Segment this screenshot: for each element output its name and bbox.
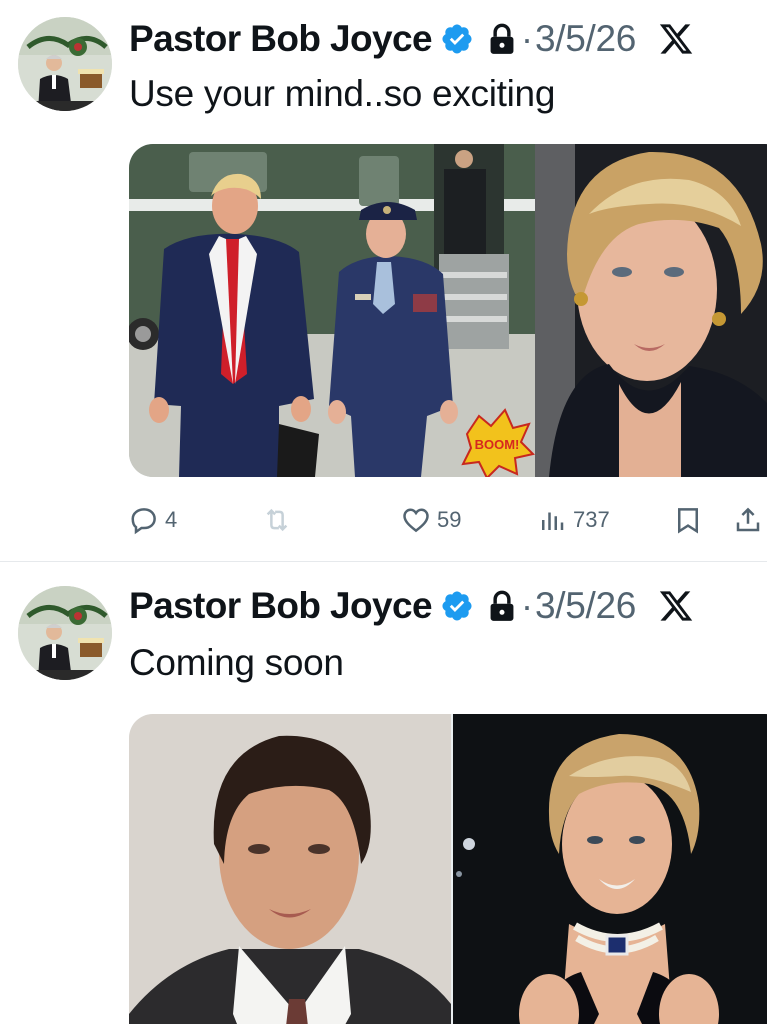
avatar-image xyxy=(18,586,112,680)
bookmark-icon xyxy=(678,508,698,534)
avatar-image xyxy=(18,17,112,111)
retweet-button[interactable] xyxy=(262,500,298,540)
separator-dot: · xyxy=(520,585,533,626)
tweet-header: Pastor Bob Joyce · 3/5/26 xyxy=(129,581,694,631)
tweet-date[interactable]: 3/5/26 xyxy=(535,585,636,627)
author-name[interactable]: Pastor Bob Joyce xyxy=(129,18,433,60)
like-button[interactable]: 59 xyxy=(401,500,461,540)
lock-icon xyxy=(490,23,514,54)
heart-icon xyxy=(403,508,429,533)
reply-count: 4 xyxy=(165,507,178,532)
tweet-media[interactable] xyxy=(129,714,767,1024)
reply-button[interactable]: 4 xyxy=(129,500,177,540)
verified-badge-icon[interactable] xyxy=(440,589,474,623)
action-bar: 4 59 737 xyxy=(129,500,767,540)
author-name[interactable]: Pastor Bob Joyce xyxy=(129,585,433,627)
lock-icon xyxy=(490,590,514,621)
media-photo-collage xyxy=(129,714,767,1024)
reply-icon xyxy=(131,508,156,535)
share-icon xyxy=(736,507,760,532)
avatar[interactable] xyxy=(18,586,112,680)
bookmark-button[interactable] xyxy=(673,500,703,540)
verified-badge-icon[interactable] xyxy=(440,22,474,56)
share-button[interactable] xyxy=(733,500,763,540)
tweet-1[interactable]: Pastor Bob Joyce · 3/5/26 Use your mind.… xyxy=(0,0,767,562)
tweet-2[interactable]: Pastor Bob Joyce · 3/5/26 Coming soon xyxy=(0,562,767,1024)
media-photo-collage: BOOM! xyxy=(129,144,767,477)
retweet-icon xyxy=(266,508,288,532)
tweet-header: Pastor Bob Joyce · 3/5/26 xyxy=(129,14,694,64)
tweet-text: Coming soon xyxy=(129,642,344,683)
avatar[interactable] xyxy=(18,17,112,111)
views-icon xyxy=(542,512,564,530)
x-logo-icon xyxy=(659,24,693,54)
tweet-media[interactable]: BOOM! xyxy=(129,144,767,477)
like-count: 59 xyxy=(437,507,462,532)
boom-sticker-text: BOOM! xyxy=(475,437,520,452)
x-logo-icon xyxy=(659,591,693,621)
views-button[interactable]: 737 xyxy=(537,500,610,540)
separator-dot: · xyxy=(520,18,533,59)
tweet-date[interactable]: 3/5/26 xyxy=(535,18,636,60)
tweet-text: Use your mind..so exciting xyxy=(129,73,556,114)
view-count: 737 xyxy=(573,507,610,532)
